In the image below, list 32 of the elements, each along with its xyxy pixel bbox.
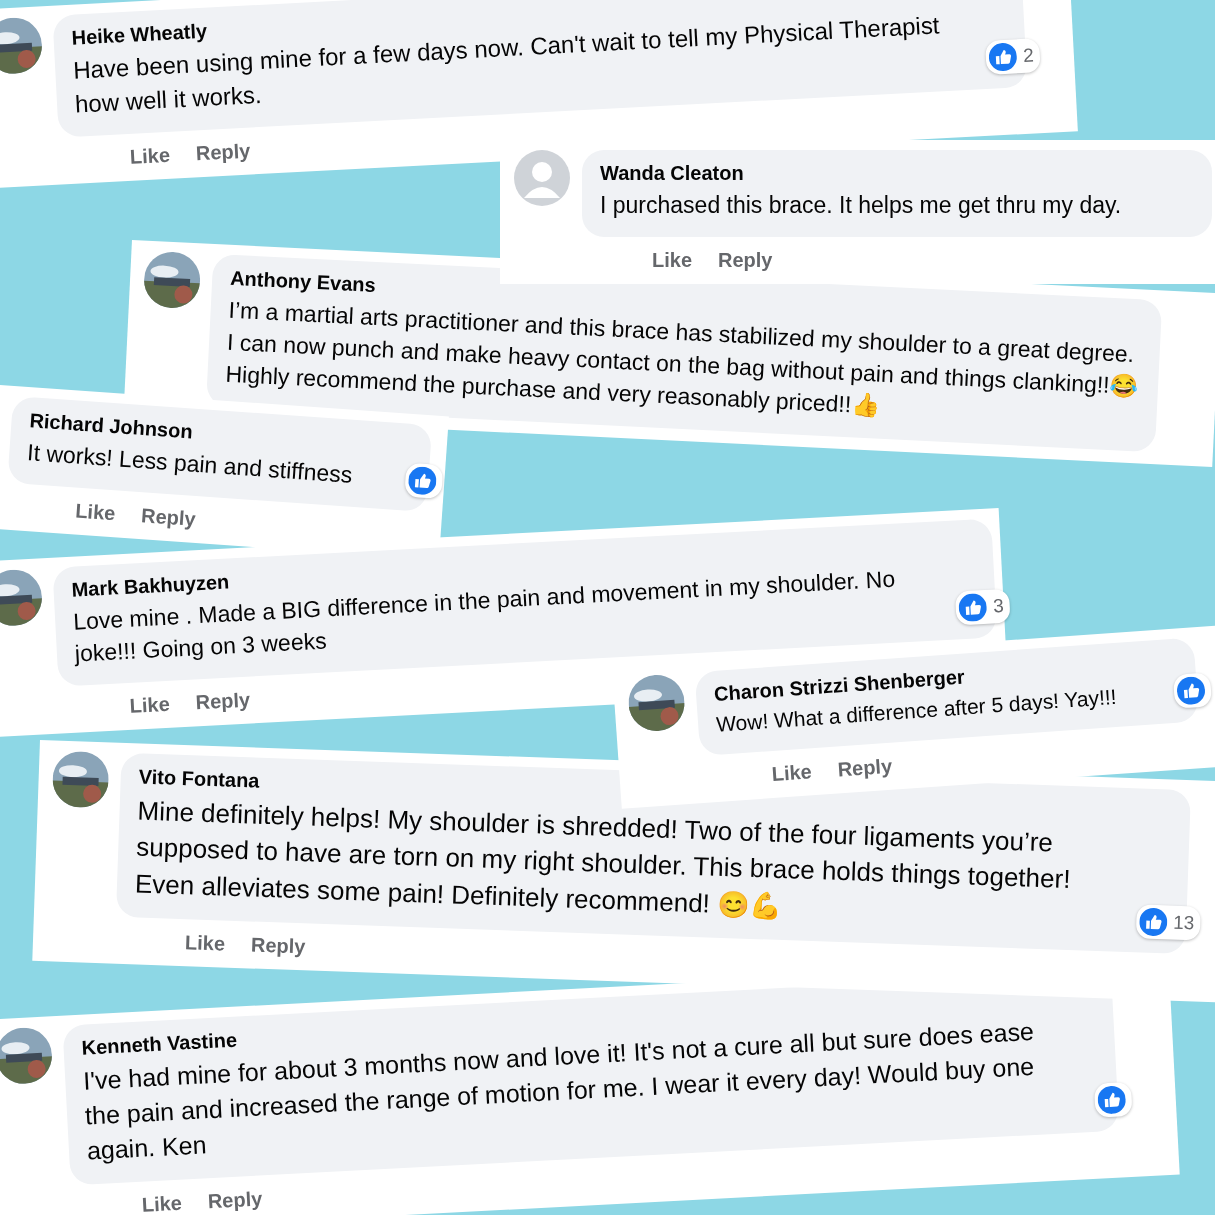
comment-action-link[interactable]: Like	[184, 931, 226, 956]
author-name: Anthony Evans	[229, 266, 377, 297]
thumbs-up-icon	[407, 465, 438, 496]
reaction-count: 3	[992, 595, 1005, 618]
comment-action-link[interactable]: Like	[771, 760, 813, 787]
comment-action-link[interactable]: Reply	[250, 933, 306, 959]
author-name: Wanda Cleaton	[600, 162, 744, 185]
reaction-count: 13	[1172, 911, 1195, 935]
author-name: Vito Fontana	[138, 765, 260, 793]
thumbs-up-icon	[1176, 676, 1206, 706]
comment-action-link[interactable]: Reply	[195, 139, 251, 166]
author-name: Mark Bakhuyzen	[71, 570, 230, 602]
comment-action-link[interactable]: Reply	[140, 504, 197, 532]
comment-action-link[interactable]: Reply	[718, 249, 773, 273]
comment-action-link[interactable]: Like	[129, 693, 171, 719]
thumbs-up-icon	[988, 42, 1018, 72]
comment-action-link[interactable]: Like	[141, 1191, 183, 1215]
comment-text: I purchased this brace. It helps me get thru my day.	[600, 191, 1122, 220]
author-name: Kenneth Vastine	[81, 1028, 238, 1060]
author-name: Heike Wheatly	[71, 19, 208, 50]
thumbs-up-icon	[958, 593, 988, 623]
comment-action-link[interactable]: Like	[74, 499, 117, 526]
comment-action-link[interactable]: Reply	[207, 1187, 263, 1214]
comment-action-link[interactable]: Reply	[836, 755, 893, 782]
thumbs-up-icon	[1138, 907, 1168, 937]
comment-text: Mine definitely helps! My shoulder is shredded! Two of the four ligaments you’re supposed to have are torn on my right shoulder. This brace holds things together! Even alleviates some pain! Definitely recommend! 😊💪	[134, 794, 1072, 923]
comment-action-link[interactable]: Like	[652, 249, 693, 273]
reaction-count: 2	[1022, 44, 1035, 68]
comment-action-link[interactable]: Reply	[195, 688, 251, 715]
thumbs-up-icon	[1097, 1085, 1127, 1115]
comment-action-link[interactable]: Like	[129, 143, 171, 169]
comment-text: I’m a martial arts practitioner and this brace has stabilized my shoulder to a great degree. I can now punch and make heavy contact on the bag without pain and things clanking!!😂 Highly recommend the purchase and very reasonably priced!!👍	[224, 295, 1141, 422]
